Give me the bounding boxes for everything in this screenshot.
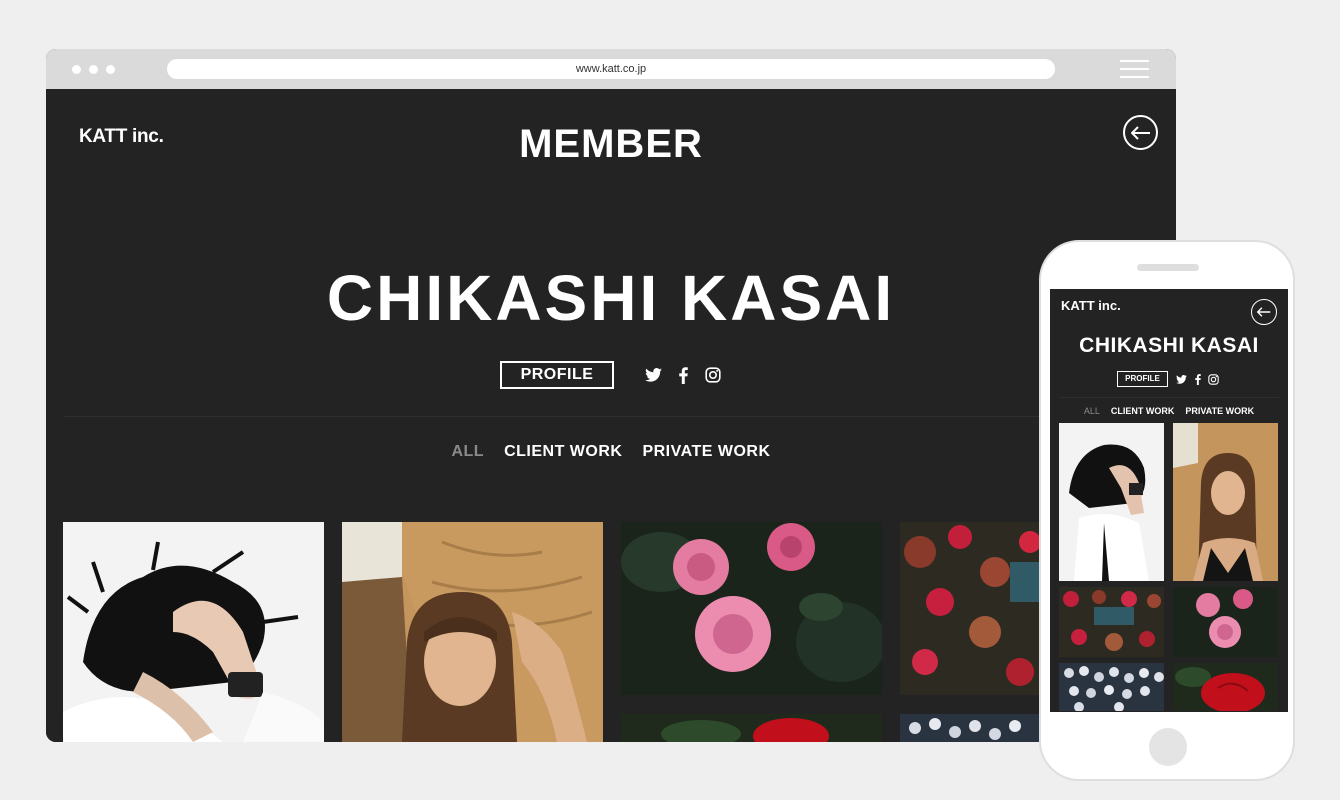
photo-man-hand-in-hair[interactable] — [1059, 423, 1164, 581]
section-divider — [63, 416, 1159, 417]
instagram-icon[interactable] — [704, 366, 722, 384]
phone-mockup: KATT inc. CHIKASHI KASAI PROFILE ALL CLI… — [1039, 240, 1295, 781]
site-page: KATT inc. MEMBER CHIKASHI KASAI PROFILE — [46, 89, 1176, 742]
mobile-profile-button[interactable]: PROFILE — [1117, 371, 1168, 387]
phone-home-button[interactable] — [1149, 728, 1187, 766]
filter-tabs: ALL CLIENT WORK PRIVATE WORK — [46, 443, 1176, 461]
instagram-icon[interactable] — [1208, 373, 1219, 385]
browser-toolbar: www.katt.co.jp — [46, 49, 1176, 89]
back-button[interactable] — [1123, 115, 1158, 150]
member-name: CHIKASHI KASAI — [326, 262, 896, 334]
photo-man-hand-in-hair[interactable] — [63, 522, 324, 742]
address-bar[interactable]: www.katt.co.jp — [167, 59, 1055, 79]
filter-tab-all[interactable]: ALL — [451, 443, 484, 461]
photo-white-flowers[interactable] — [1059, 663, 1164, 711]
profile-button[interactable]: PROFILE — [500, 361, 614, 389]
filter-tab-private-work[interactable]: PRIVATE WORK — [642, 443, 770, 461]
phone-speaker — [1137, 264, 1199, 271]
profile-row: PROFILE — [500, 361, 722, 389]
hamburger-menu-icon[interactable] — [1120, 60, 1149, 78]
facebook-icon[interactable] — [1192, 373, 1203, 385]
mobile-back-button[interactable] — [1251, 299, 1277, 325]
arrow-left-icon — [1130, 125, 1150, 140]
photo-red-rose[interactable] — [621, 714, 882, 742]
window-dot[interactable] — [106, 65, 115, 74]
photo-red-rose[interactable] — [1173, 663, 1278, 711]
mobile-site-logo[interactable]: KATT inc. — [1061, 298, 1121, 313]
mobile-member-name: CHIKASHI KASAI — [1079, 334, 1259, 357]
mobile-profile-row: PROFILE — [1117, 371, 1219, 387]
filter-tab-client-work[interactable]: CLIENT WORK — [504, 443, 622, 461]
mobile-filter-tab-private-work[interactable]: PRIVATE WORK — [1185, 406, 1254, 416]
window-controls — [72, 65, 115, 74]
facebook-icon[interactable] — [674, 366, 692, 384]
photo-woman-rock-wall[interactable] — [1173, 423, 1278, 581]
twitter-icon[interactable] — [1176, 374, 1187, 385]
page-title: MEMBER — [519, 122, 703, 166]
browser-window: www.katt.co.jp KATT inc. MEMBER CHIKASHI… — [46, 49, 1176, 742]
arrow-left-icon — [1257, 307, 1271, 317]
mobile-social-links — [1176, 373, 1219, 385]
mobile-filter-tab-all[interactable]: ALL — [1084, 406, 1100, 416]
photo-pink-roses[interactable] — [621, 522, 882, 695]
mobile-filter-tab-client-work[interactable]: CLIENT WORK — [1111, 406, 1175, 416]
twitter-icon[interactable] — [644, 366, 662, 384]
photo-pink-roses[interactable] — [1173, 587, 1278, 657]
social-links — [644, 366, 722, 384]
photo-red-flowers[interactable] — [1059, 587, 1164, 657]
window-dot[interactable] — [72, 65, 81, 74]
phone-screen: KATT inc. CHIKASHI KASAI PROFILE ALL CLI… — [1050, 289, 1288, 712]
photo-gallery — [63, 522, 1176, 742]
photo-woman-rock-wall[interactable] — [342, 522, 603, 742]
mobile-filter-tabs: ALL CLIENT WORK PRIVATE WORK — [1050, 406, 1288, 416]
window-dot[interactable] — [89, 65, 98, 74]
mobile-section-divider — [1059, 397, 1279, 398]
mobile-photo-gallery — [1059, 423, 1279, 712]
